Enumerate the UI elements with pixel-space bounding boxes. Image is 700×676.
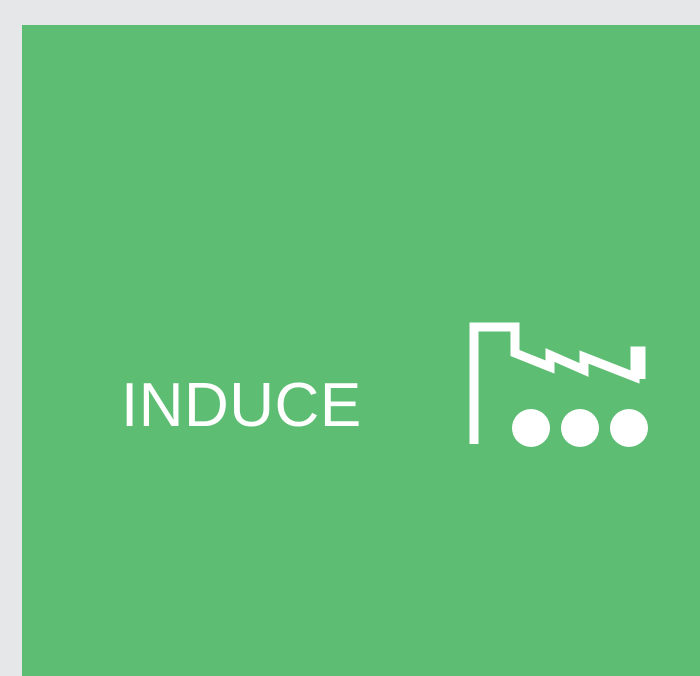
page-frame: INDUCE (0, 0, 700, 676)
induce-logo: INDUCE (121, 317, 661, 449)
logo-panel: INDUCE (22, 25, 700, 676)
factory-wheel-2 (561, 409, 599, 447)
logo-wordmark: INDUCE (121, 371, 362, 440)
factory-wheel-3 (610, 409, 648, 447)
factory-icon (469, 322, 648, 447)
factory-wheel-1 (512, 409, 550, 447)
